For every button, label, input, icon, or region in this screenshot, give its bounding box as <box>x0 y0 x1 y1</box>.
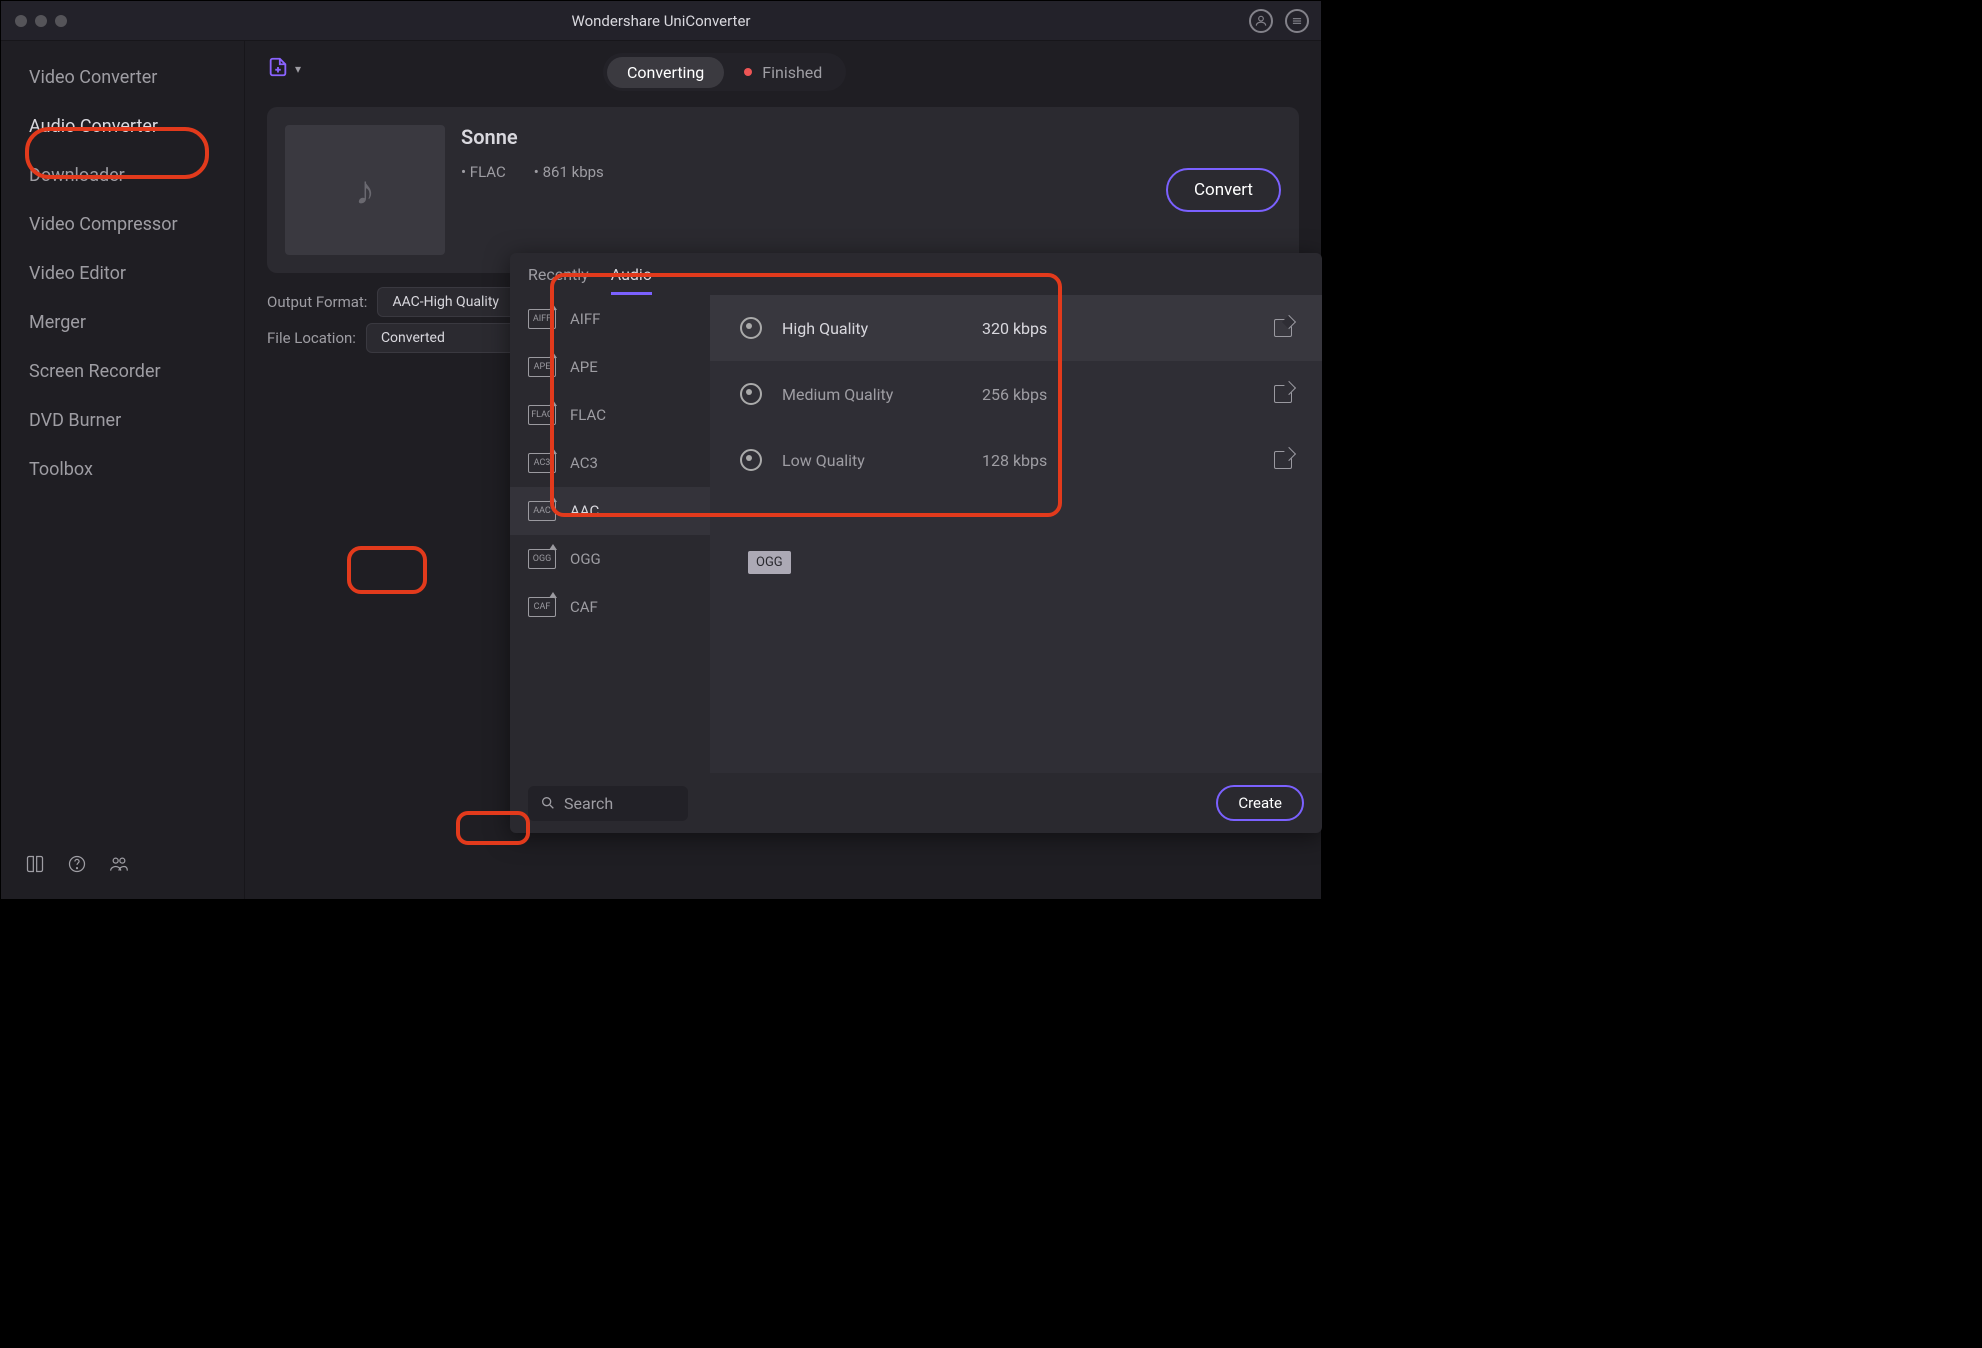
file-title: Sonne <box>461 125 1150 149</box>
sidebar-item-downloader[interactable]: Downloader <box>1 151 244 200</box>
panel-tab-audio[interactable]: Audio <box>611 265 652 295</box>
format-panel: Recently Audio AIFF AIFF APE APE FLAC FLAC … <box>510 253 1322 833</box>
format-chip-icon: OGG <box>528 549 556 569</box>
minimize-window-button[interactable] <box>35 15 47 27</box>
format-item-caf[interactable]: CAF CAF <box>510 583 710 631</box>
notification-dot-icon <box>744 68 752 76</box>
sidebar-item-video-compressor[interactable]: Video Compressor <box>1 200 244 249</box>
format-label: AAC <box>570 502 599 520</box>
format-item-ac3[interactable]: AC3 AC3 <box>510 439 710 487</box>
edit-icon[interactable] <box>1274 451 1292 469</box>
quality-list: High Quality 320 kbps Medium Quality 256… <box>710 295 1322 773</box>
maximize-window-button[interactable] <box>55 15 67 27</box>
format-list[interactable]: AIFF AIFF APE APE FLAC FLAC AC3 AC3 AAC AAC O… <box>510 295 710 773</box>
format-chip-icon: CAF <box>528 597 556 617</box>
tooltip-badge: OGG <box>748 551 791 574</box>
quality-icon <box>740 383 762 405</box>
quality-row-low[interactable]: Low Quality 128 kbps <box>710 427 1322 493</box>
sidebar-item-video-converter[interactable]: Video Converter <box>1 53 244 102</box>
tab-finished[interactable]: Finished <box>724 63 842 82</box>
title-bar: Wondershare UniConverter <box>1 1 1321 41</box>
close-window-button[interactable] <box>15 15 27 27</box>
quality-icon <box>740 449 762 471</box>
search-placeholder: Search <box>564 794 613 813</box>
sidebar-item-merger[interactable]: Merger <box>1 298 244 347</box>
edit-icon[interactable] <box>1274 319 1292 337</box>
quality-rate: 320 kbps <box>982 319 1274 338</box>
account-icon[interactable] <box>1249 9 1273 33</box>
quality-row-high[interactable]: High Quality 320 kbps <box>710 295 1322 361</box>
add-files-button[interactable] <box>267 56 289 82</box>
file-bitrate: 861 kbps <box>534 163 604 181</box>
main-area: ▾ Converting Finished ♪ Sonne FLAC 861 k… <box>245 41 1321 899</box>
sidebar-item-screen-recorder[interactable]: Screen Recorder <box>1 347 244 396</box>
tab-converting[interactable]: Converting <box>607 57 724 88</box>
format-chip-icon: AAC <box>528 501 556 521</box>
format-label: FLAC <box>570 406 606 424</box>
edit-icon[interactable] <box>1274 385 1292 403</box>
app-window: Wondershare UniConverter Video Converter… <box>0 0 1322 900</box>
menu-icon[interactable] <box>1285 9 1309 33</box>
format-chip-icon: FLAC <box>528 405 556 425</box>
community-icon[interactable] <box>109 854 129 879</box>
format-item-aac[interactable]: AAC AAC <box>510 487 710 535</box>
format-label: AC3 <box>570 454 598 472</box>
format-chip-icon: AC3 <box>528 453 556 473</box>
output-format-label: Output Format: <box>267 293 367 311</box>
sidebar: Video Converter Audio Converter Download… <box>1 41 245 899</box>
format-label: APE <box>570 358 598 376</box>
format-chip-icon: APE <box>528 357 556 377</box>
format-chip-icon: AIFF <box>528 309 556 329</box>
guide-icon[interactable] <box>25 854 45 879</box>
quality-name: Low Quality <box>782 451 982 470</box>
file-thumbnail-icon: ♪ <box>285 125 445 255</box>
panel-tab-recently[interactable]: Recently <box>528 265 589 295</box>
format-label: CAF <box>570 598 598 616</box>
file-location-label: File Location: <box>267 329 356 347</box>
search-icon <box>540 795 556 811</box>
format-label: AIFF <box>570 310 600 328</box>
sidebar-item-dvd-burner[interactable]: DVD Burner <box>1 396 244 445</box>
quality-rate: 128 kbps <box>982 451 1274 470</box>
search-input[interactable]: Search <box>528 786 688 821</box>
quality-icon <box>740 317 762 339</box>
format-item-ape[interactable]: APE APE <box>510 343 710 391</box>
app-title: Wondershare UniConverter <box>1 12 1321 30</box>
format-item-aiff[interactable]: AIFF AIFF <box>510 295 710 343</box>
sidebar-item-toolbox[interactable]: Toolbox <box>1 445 244 494</box>
create-button[interactable]: Create <box>1216 785 1304 821</box>
quality-name: High Quality <box>782 319 982 338</box>
sidebar-item-video-editor[interactable]: Video Editor <box>1 249 244 298</box>
add-files-dropdown-icon[interactable]: ▾ <box>295 62 301 76</box>
window-controls <box>15 15 67 27</box>
file-card: ♪ Sonne FLAC 861 kbps Convert <box>267 107 1299 273</box>
convert-button[interactable]: Convert <box>1166 168 1281 212</box>
sidebar-item-audio-converter[interactable]: Audio Converter <box>1 102 244 151</box>
quality-name: Medium Quality <box>782 385 982 404</box>
format-item-ogg[interactable]: OGG OGG <box>510 535 710 583</box>
format-label: OGG <box>570 550 601 568</box>
status-tabs: Converting Finished <box>603 53 846 91</box>
quality-row-medium[interactable]: Medium Quality 256 kbps <box>710 361 1322 427</box>
file-format: FLAC <box>461 163 506 181</box>
help-icon[interactable] <box>67 854 87 879</box>
format-item-flac[interactable]: FLAC FLAC <box>510 391 710 439</box>
quality-rate: 256 kbps <box>982 385 1274 404</box>
tab-finished-label: Finished <box>762 63 822 82</box>
